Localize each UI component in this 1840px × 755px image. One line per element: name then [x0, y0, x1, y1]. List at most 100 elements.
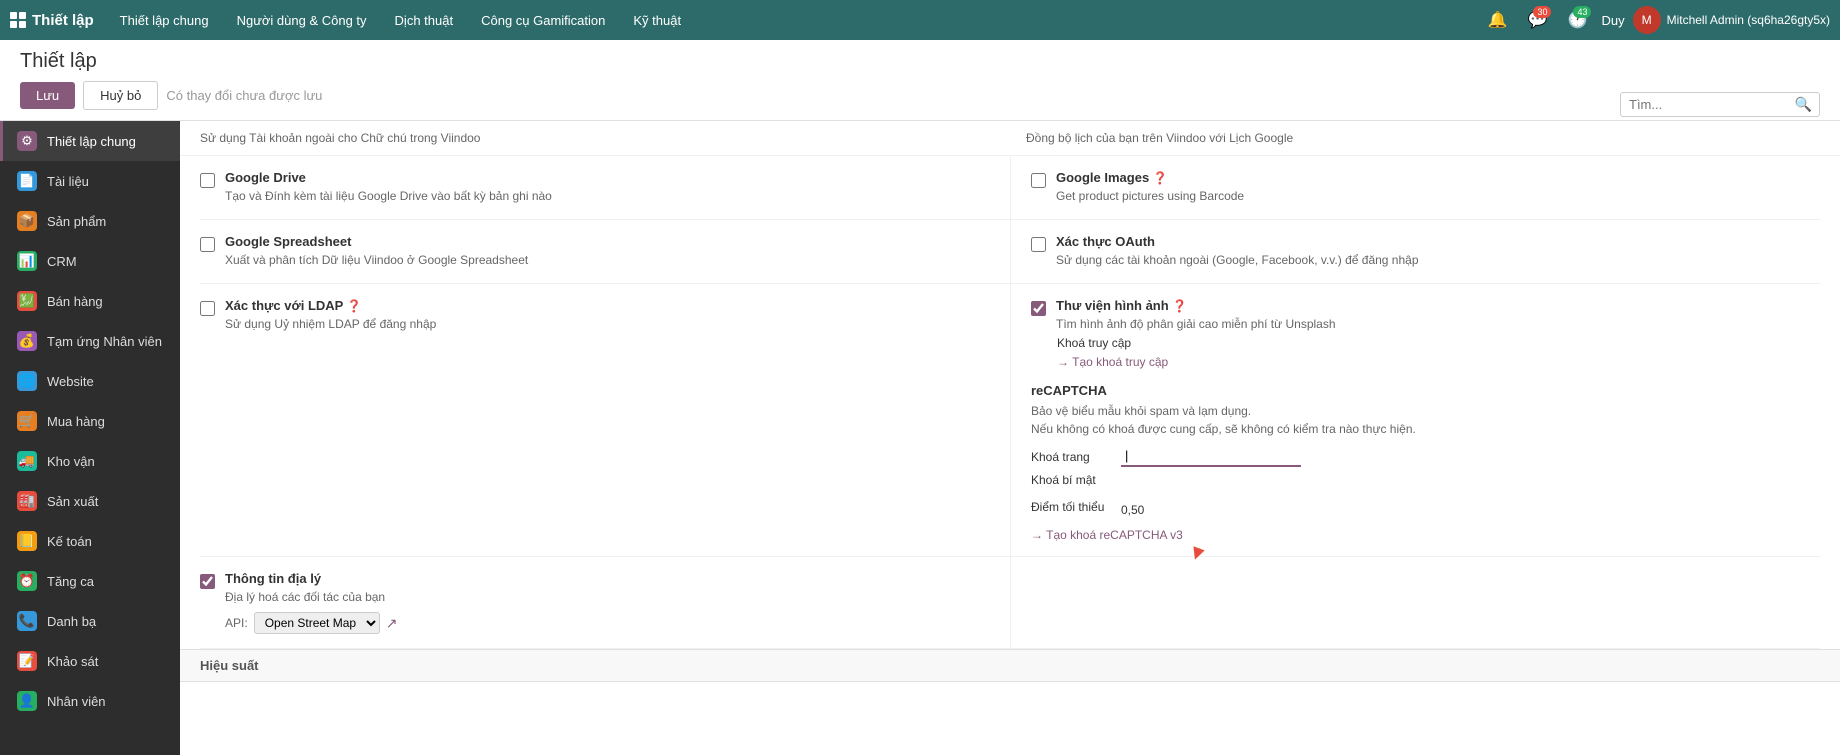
sidebar-label: Sản phẩm — [47, 214, 106, 229]
save-button[interactable]: Lưu — [20, 82, 75, 109]
setting-google-images: Google Images ❓ Get product pictures usi… — [1010, 156, 1820, 219]
google-images-desc: Get product pictures using Barcode — [1056, 188, 1244, 205]
ldap-help-icon: ❓ — [347, 299, 362, 313]
sidebar-label: CRM — [47, 254, 77, 269]
performance-label: Hiệu suất — [200, 658, 259, 673]
settings-icon: ⚙ — [17, 131, 37, 151]
right-empty — [1010, 557, 1820, 648]
settings-section: Google Drive Tạo và Đính kèm tài liệu Go… — [180, 156, 1840, 649]
accounting-icon: 📒 — [17, 531, 37, 551]
oauth-title: Xác thực OAuth — [1056, 234, 1419, 249]
survey-icon: 📝 — [17, 651, 37, 671]
google-images-help-icon: ❓ — [1153, 171, 1168, 185]
google-drive-content: Google Drive Tạo và Đính kèm tài liệu Go… — [225, 170, 552, 205]
google-images-checkbox[interactable] — [1031, 173, 1046, 188]
sidebar-label: Nhân viên — [47, 694, 106, 709]
sidebar-label: Kho vận — [47, 454, 95, 469]
search-icon: 🔍 — [1795, 96, 1812, 113]
sidebar-item-thiet-lap-chung[interactable]: ⚙ Thiết lập chung — [0, 121, 180, 161]
nav-nguoi-dung[interactable]: Người dùng & Công ty — [225, 0, 379, 40]
sidebar-label: Tăng ca — [47, 574, 94, 589]
sidebar-item-crm[interactable]: 📊 CRM — [0, 241, 180, 281]
section-header-performance: Hiệu suất — [180, 649, 1840, 682]
avatar: M — [1633, 6, 1661, 34]
api-select[interactable]: Open Street Map — [254, 612, 380, 634]
image-library-desc: Tìm hình ảnh độ phân giải cao miễn phí t… — [1056, 316, 1336, 333]
sidebar-item-mua-hang[interactable]: 🛒 Mua hàng — [0, 401, 180, 441]
nav-dich-thuat[interactable]: Dịch thuật — [383, 0, 466, 40]
google-drive-checkbox[interactable] — [200, 173, 215, 188]
search-box: 🔍 — [1620, 92, 1820, 117]
messages-button[interactable]: 💬 30 — [1521, 4, 1553, 36]
sidebar-item-ke-toan[interactable]: 📒 Kế toán — [0, 521, 180, 561]
search-input[interactable] — [1620, 92, 1820, 117]
sidebar-item-danh-ba[interactable]: 📞 Danh bạ — [0, 601, 180, 641]
create-access-key-link[interactable]: → Tạo khoá truy cập — [1057, 355, 1168, 369]
brand-title: Thiết lập — [32, 12, 94, 29]
google-spreadsheet-checkbox[interactable] — [200, 237, 215, 252]
google-images-title: Google Images ❓ — [1056, 170, 1244, 185]
access-key-section: Khoá truy cập → Tạo khoá truy cập — [1057, 336, 1804, 369]
nav-thiet-lap-chung[interactable]: Thiết lập chung — [108, 0, 221, 40]
min-score-row: Điểm tối thiểu 0,50 — [1031, 493, 1804, 521]
doc-icon: 📄 — [17, 171, 37, 191]
oauth-checkbox[interactable] — [1031, 237, 1046, 252]
activities-button[interactable]: 🕐 43 — [1561, 4, 1593, 36]
sidebar-item-tang-ca[interactable]: ⏰ Tăng ca — [0, 561, 180, 601]
sidebar-label: Website — [47, 374, 94, 389]
navbar: Thiết lập Thiết lập chung Người dùng & C… — [0, 0, 1840, 40]
site-key-input[interactable] — [1121, 446, 1301, 467]
page-title: Thiết lập — [20, 50, 1820, 81]
recaptcha-title: reCAPTCHA — [1031, 383, 1804, 398]
sidebar-item-san-pham[interactable]: 📦 Sản phẩm — [0, 201, 180, 241]
image-library-checkbox[interactable] — [1031, 301, 1046, 316]
sidebar-item-ban-hang[interactable]: 💹 Bán hàng — [0, 281, 180, 321]
unsaved-label: Có thay đổi chưa được lưu — [166, 88, 322, 103]
site-key-label: Khoá trang — [1031, 450, 1111, 464]
user-menu[interactable]: Duy — [1601, 13, 1624, 28]
image-library-title: Thư viện hình ảnh ❓ — [1056, 298, 1336, 313]
sidebar-item-khao-sat[interactable]: 📝 Khảo sát — [0, 641, 180, 681]
admin-user-menu[interactable]: M Mitchell Admin (sq6ha26gty5x) — [1633, 6, 1830, 34]
setting-ldap: Xác thực với LDAP ❓ Sử dụng Uỷ nhiệm LDA… — [200, 284, 1010, 557]
create-recaptcha-link[interactable]: → Tạo khoá reCAPTCHA v3 — [1031, 528, 1183, 542]
sidebar-item-tam-ung[interactable]: 💰 Tạm ứng Nhân viên — [0, 321, 180, 361]
nav-gamification[interactable]: Công cụ Gamification — [469, 0, 617, 40]
sidebar-label: Bán hàng — [47, 294, 103, 309]
row-spreadsheet-oauth: Google Spreadsheet Xuất và phân tích Dữ … — [200, 220, 1820, 284]
image-library-content: Thư viện hình ảnh ❓ Tìm hình ảnh độ phân… — [1056, 298, 1336, 333]
sidebar-item-nhan-vien[interactable]: 👤 Nhân viên — [0, 681, 180, 721]
location-checkbox[interactable] — [200, 574, 215, 589]
secret-key-label: Khoá bí mật — [1031, 473, 1111, 487]
external-link-icon[interactable]: ↗ — [386, 615, 398, 632]
employee-icon: 👤 — [17, 691, 37, 711]
google-spreadsheet-content: Google Spreadsheet Xuất và phân tích Dữ … — [225, 234, 528, 269]
logistics-icon: 🚚 — [17, 451, 37, 471]
image-lib-row: Thư viện hình ảnh ❓ Tìm hình ảnh độ phân… — [1031, 298, 1804, 333]
sales-icon: 💹 — [17, 291, 37, 311]
scrolled-left-desc: Sử dụng Tài khoản ngoài cho Chữ chú tron… — [200, 121, 1010, 155]
ldap-checkbox[interactable] — [200, 301, 215, 316]
location-desc: Địa lý hoá các đối tác của bạn — [225, 589, 397, 606]
sidebar-item-kho-van[interactable]: 🚚 Kho vận — [0, 441, 180, 481]
sidebar-item-website[interactable]: 🌐 Website — [0, 361, 180, 401]
cancel-button[interactable]: Huỷ bỏ — [83, 81, 158, 110]
secret-key-row: Khoá bí mật — [1031, 473, 1804, 487]
setting-google-spreadsheet: Google Spreadsheet Xuất và phân tích Dữ … — [200, 220, 1010, 283]
sidebar-label: Mua hàng — [47, 414, 105, 429]
recaptcha-fields: Khoá trang Khoá bí mật Điểm tối thiểu 0,… — [1031, 446, 1804, 542]
notification-bell-button[interactable]: 🔔 — [1481, 4, 1513, 36]
google-images-content: Google Images ❓ Get product pictures usi… — [1056, 170, 1244, 205]
setting-oauth: Xác thực OAuth Sử dụng các tài khoản ngo… — [1010, 220, 1820, 283]
oauth-desc: Sử dụng các tài khoản ngoài (Google, Fac… — [1056, 252, 1419, 269]
admin-name: Mitchell Admin (sq6ha26gty5x) — [1667, 13, 1830, 27]
sidebar-item-tai-lieu[interactable]: 📄 Tài liệu — [0, 161, 180, 201]
setting-image-library: Thư viện hình ảnh ❓ Tìm hình ảnh độ phân… — [1010, 284, 1820, 557]
google-drive-desc: Tạo và Đính kèm tài liệu Google Drive và… — [225, 188, 552, 205]
sidebar-item-san-xuat[interactable]: 🏭 Sản xuất — [0, 481, 180, 521]
google-spreadsheet-title: Google Spreadsheet — [225, 234, 528, 249]
nav-ky-thuat[interactable]: Kỹ thuật — [621, 0, 693, 40]
recaptcha-desc2: Nếu không có khoá được cung cấp, sẽ khôn… — [1031, 420, 1804, 438]
image-library-help-icon: ❓ — [1172, 299, 1187, 313]
min-score-value: 0,50 — [1121, 503, 1144, 517]
